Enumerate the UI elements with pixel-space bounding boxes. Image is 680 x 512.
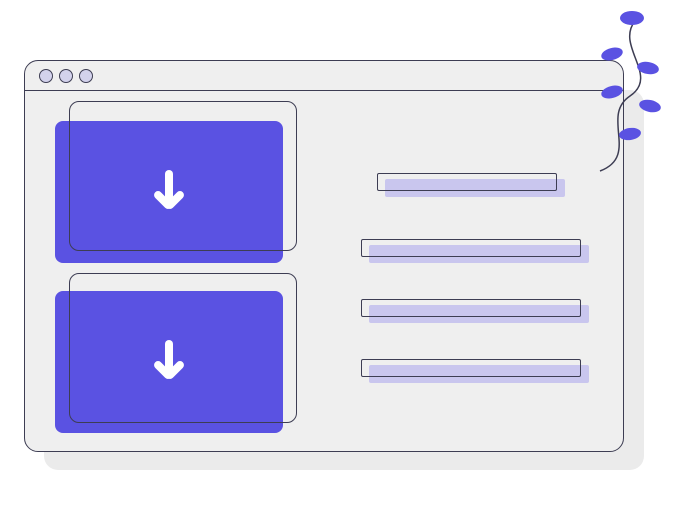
download-card-outline: [69, 101, 297, 251]
text-placeholder-line: [377, 173, 557, 191]
window-control-dot[interactable]: [39, 69, 53, 83]
window-content: [25, 91, 623, 451]
window-control-dot[interactable]: [79, 69, 93, 83]
download-card-outline: [69, 273, 297, 423]
app-window: [24, 60, 624, 452]
text-placeholder-line: [361, 299, 581, 317]
text-placeholder-line: [361, 239, 581, 257]
text-placeholder-line: [361, 359, 581, 377]
window-control-dot[interactable]: [59, 69, 73, 83]
window-titlebar: [25, 61, 623, 91]
